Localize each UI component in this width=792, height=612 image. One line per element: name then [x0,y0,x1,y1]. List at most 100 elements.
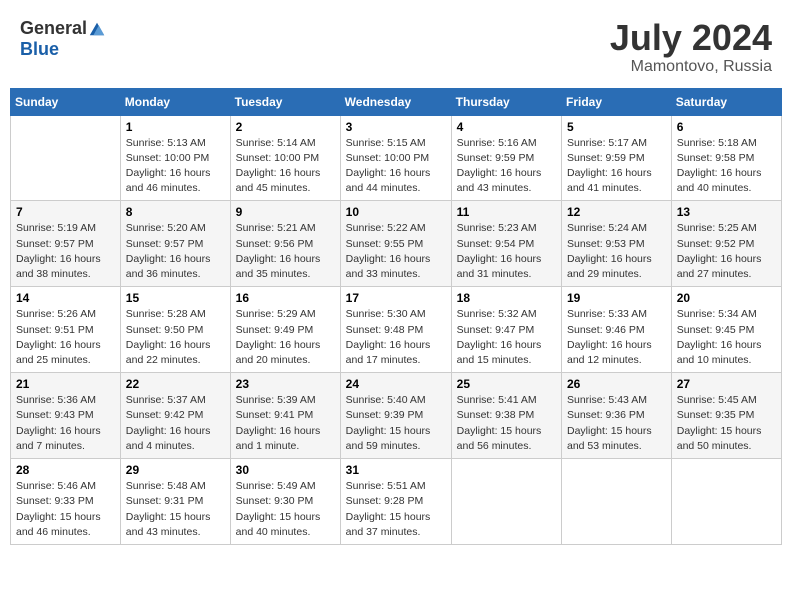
day-number: 19 [567,291,666,305]
calendar-cell: 3 Sunrise: 5:15 AMSunset: 10:00 PMDayligh… [340,115,451,201]
day-number: 25 [457,377,556,391]
calendar-cell: 29 Sunrise: 5:48 AMSunset: 9:31 PMDayligh… [120,459,230,545]
day-info: Sunrise: 5:46 AMSunset: 9:33 PMDaylight:… [16,479,115,540]
day-number: 22 [126,377,225,391]
calendar-cell: 7Sunrise: 5:19 AMSunset: 9:57 PMDaylight… [11,201,121,287]
calendar-cell: 23 Sunrise: 5:39 AMSunset: 9:41 PMDayligh… [230,373,340,459]
calendar-cell: 25 Sunrise: 5:41 AMSunset: 9:38 PMDayligh… [451,373,561,459]
day-number: 3 [346,120,446,134]
logo-general-text: General [20,18,87,39]
calendar-cell: 28Sunrise: 5:46 AMSunset: 9:33 PMDayligh… [11,459,121,545]
day-number: 31 [346,463,446,477]
calendar-cell: 16 Sunrise: 5:29 AMSunset: 9:49 PMDayligh… [230,287,340,373]
calendar-cell: 15 Sunrise: 5:28 AMSunset: 9:50 PMDayligh… [120,287,230,373]
day-info: Sunrise: 5:16 AMSunset: 9:59 PMDaylight:… [457,136,556,197]
day-info: Sunrise: 5:45 AMSunset: 9:35 PMDaylight:… [677,393,776,454]
weekday-header-tuesday: Tuesday [230,88,340,115]
day-info: Sunrise: 5:32 AMSunset: 9:47 PMDaylight:… [457,307,556,368]
weekday-header-sunday: Sunday [11,88,121,115]
day-number: 17 [346,291,446,305]
weekday-header-row: SundayMondayTuesdayWednesdayThursdayFrid… [11,88,782,115]
day-info: Sunrise: 5:26 AMSunset: 9:51 PMDaylight:… [16,307,115,368]
day-number: 11 [457,205,556,219]
day-number: 20 [677,291,776,305]
day-info: Sunrise: 5:22 AMSunset: 9:55 PMDaylight:… [346,221,446,282]
calendar-cell: 21 Sunrise: 5:36 AMSunset: 9:43 PMDayligh… [11,373,121,459]
calendar-cell: 17Sunrise: 5:30 AMSunset: 9:48 PMDayligh… [340,287,451,373]
day-info: Sunrise: 5:19 AMSunset: 9:57 PMDaylight:… [16,221,115,282]
day-number: 12 [567,205,666,219]
day-info: Sunrise: 5:24 AMSunset: 9:53 PMDaylight:… [567,221,666,282]
calendar-cell: 22 Sunrise: 5:37 AMSunset: 9:42 PMDayligh… [120,373,230,459]
day-number: 13 [677,205,776,219]
day-number: 15 [126,291,225,305]
logo-icon [88,20,106,38]
calendar-week-row: 7Sunrise: 5:19 AMSunset: 9:57 PMDaylight… [11,201,782,287]
day-number: 9 [236,205,335,219]
calendar-cell: 5 Sunrise: 5:17 AMSunset: 9:59 PMDaylight… [562,115,672,201]
calendar-week-row: 1Sunrise: 5:13 AMSunset: 10:00 PMDayligh… [11,115,782,201]
day-info: Sunrise: 5:33 AMSunset: 9:46 PMDaylight:… [567,307,666,368]
calendar-cell: 9 Sunrise: 5:21 AMSunset: 9:56 PMDaylight… [230,201,340,287]
calendar-cell: 20 Sunrise: 5:34 AMSunset: 9:45 PMDayligh… [671,287,781,373]
day-number: 21 [16,377,115,391]
calendar-cell [11,115,121,201]
day-number: 8 [126,205,225,219]
day-info: Sunrise: 5:28 AMSunset: 9:50 PMDaylight:… [126,307,225,368]
month-title: July 2024 [610,18,772,58]
day-info: Sunrise: 5:41 AMSunset: 9:38 PMDaylight:… [457,393,556,454]
calendar-cell: 26Sunrise: 5:43 AMSunset: 9:36 PMDayligh… [562,373,672,459]
day-number: 2 [236,120,335,134]
calendar-cell: 8 Sunrise: 5:20 AMSunset: 9:57 PMDaylight… [120,201,230,287]
day-number: 10 [346,205,446,219]
day-info: Sunrise: 5:43 AMSunset: 9:36 PMDaylight:… [567,393,666,454]
day-info: Sunrise: 5:15 AMSunset: 10:00 PMDaylight… [346,136,446,197]
day-info: Sunrise: 5:25 AMSunset: 9:52 PMDaylight:… [677,221,776,282]
calendar-cell: 6 Sunrise: 5:18 AMSunset: 9:58 PMDaylight… [671,115,781,201]
calendar-cell: 18 Sunrise: 5:32 AMSunset: 9:47 PMDayligh… [451,287,561,373]
calendar-cell: 10 Sunrise: 5:22 AMSunset: 9:55 PMDayligh… [340,201,451,287]
day-info: Sunrise: 5:48 AMSunset: 9:31 PMDaylight:… [126,479,225,540]
day-info: Sunrise: 5:20 AMSunset: 9:57 PMDaylight:… [126,221,225,282]
calendar-cell [451,459,561,545]
weekday-header-thursday: Thursday [451,88,561,115]
calendar-cell: 12 Sunrise: 5:24 AMSunset: 9:53 PMDayligh… [562,201,672,287]
day-number: 24 [346,377,446,391]
day-number: 16 [236,291,335,305]
day-info: Sunrise: 5:36 AMSunset: 9:43 PMDaylight:… [16,393,115,454]
day-number: 6 [677,120,776,134]
day-number: 18 [457,291,556,305]
calendar-cell [671,459,781,545]
day-number: 23 [236,377,335,391]
day-info: Sunrise: 5:23 AMSunset: 9:54 PMDaylight:… [457,221,556,282]
day-number: 5 [567,120,666,134]
day-info: Sunrise: 5:21 AMSunset: 9:56 PMDaylight:… [236,221,335,282]
calendar-cell: 19 Sunrise: 5:33 AMSunset: 9:46 PMDayligh… [562,287,672,373]
calendar-cell: 4Sunrise: 5:16 AMSunset: 9:59 PMDaylight… [451,115,561,201]
calendar-week-row: 21 Sunrise: 5:36 AMSunset: 9:43 PMDayligh… [11,373,782,459]
day-info: Sunrise: 5:39 AMSunset: 9:41 PMDaylight:… [236,393,335,454]
day-info: Sunrise: 5:29 AMSunset: 9:49 PMDaylight:… [236,307,335,368]
day-number: 29 [126,463,225,477]
calendar-cell: 14Sunrise: 5:26 AMSunset: 9:51 PMDayligh… [11,287,121,373]
weekday-header-monday: Monday [120,88,230,115]
day-info: Sunrise: 5:18 AMSunset: 9:58 PMDaylight:… [677,136,776,197]
day-number: 30 [236,463,335,477]
calendar-cell: 1Sunrise: 5:13 AMSunset: 10:00 PMDayligh… [120,115,230,201]
calendar-cell: 31 Sunrise: 5:51 AMSunset: 9:28 PMDayligh… [340,459,451,545]
calendar-week-row: 14Sunrise: 5:26 AMSunset: 9:51 PMDayligh… [11,287,782,373]
logo-blue-text: Blue [20,39,59,60]
day-info: Sunrise: 5:37 AMSunset: 9:42 PMDaylight:… [126,393,225,454]
calendar-cell: 11 Sunrise: 5:23 AMSunset: 9:54 PMDayligh… [451,201,561,287]
weekday-header-wednesday: Wednesday [340,88,451,115]
day-info: Sunrise: 5:34 AMSunset: 9:45 PMDaylight:… [677,307,776,368]
title-block: July 2024 Mamontovo, Russia [610,18,772,76]
logo: General Blue [20,18,106,60]
day-info: Sunrise: 5:51 AMSunset: 9:28 PMDaylight:… [346,479,446,540]
calendar-cell: 27Sunrise: 5:45 AMSunset: 9:35 PMDayligh… [671,373,781,459]
day-number: 1 [126,120,225,134]
day-info: Sunrise: 5:17 AMSunset: 9:59 PMDaylight:… [567,136,666,197]
day-info: Sunrise: 5:40 AMSunset: 9:39 PMDaylight:… [346,393,446,454]
calendar-cell: 2Sunrise: 5:14 AMSunset: 10:00 PMDayligh… [230,115,340,201]
calendar-table: SundayMondayTuesdayWednesdayThursdayFrid… [10,88,782,545]
